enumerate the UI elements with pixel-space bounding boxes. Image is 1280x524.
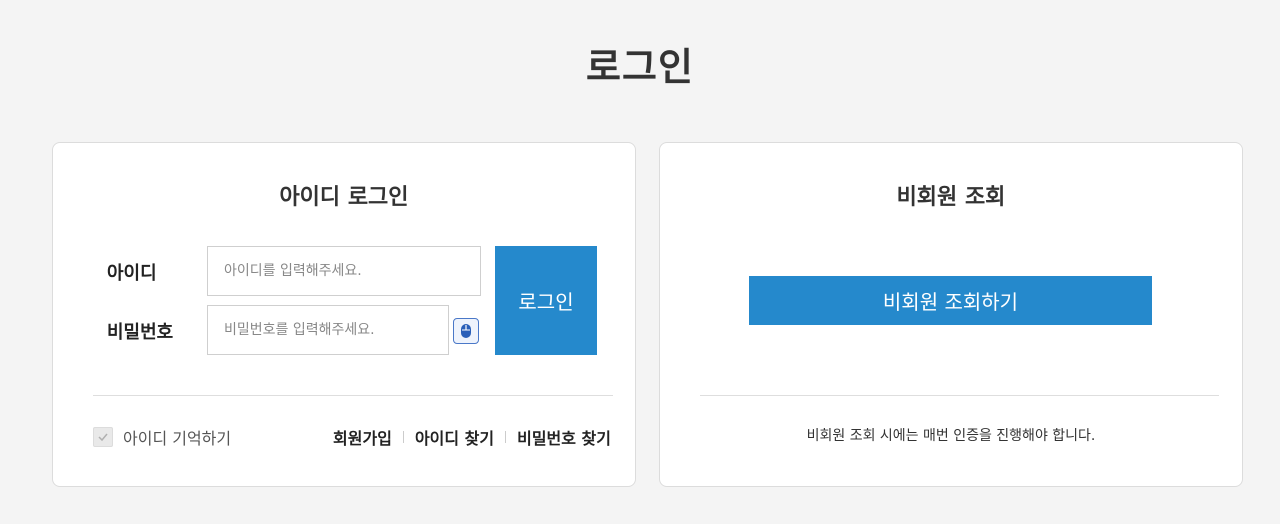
find-password-link[interactable]: 비밀번호 찾기 (517, 425, 611, 449)
guest-lookup-panel: 비회원 조회 비회원 조회하기 비회원 조회 시에는 매번 인증을 진행해야 합… (659, 142, 1243, 487)
mouse-keypad-icon[interactable] (453, 318, 479, 344)
remember-id-toggle[interactable]: 아이디 기억하기 (93, 425, 231, 449)
find-id-link[interactable]: 아이디 찾기 (415, 425, 494, 449)
member-login-panel: 아이디 로그인 아이디 비밀번호 로그인 아이디 기억하기 회원가입 아이디 찾… (52, 142, 636, 487)
guest-lookup-title: 비회원 조회 (896, 185, 1006, 210)
guest-lookup-notice: 비회원 조회 시에는 매번 인증을 진행해야 합니다. (806, 428, 1096, 444)
guest-lookup-button[interactable]: 비회원 조회하기 (749, 276, 1152, 325)
link-separator (402, 431, 404, 443)
signup-link[interactable]: 회원가입 (333, 425, 392, 449)
account-links: 회원가입 아이디 찾기 비밀번호 찾기 (333, 425, 611, 449)
divider (93, 395, 613, 396)
remember-id-label: 아이디 기억하기 (123, 429, 232, 448)
remember-checkbox[interactable] (93, 427, 113, 447)
id-label: 아이디 (107, 263, 157, 284)
password-label: 비밀번호 (107, 322, 174, 343)
link-separator (505, 431, 507, 443)
check-icon (98, 433, 108, 442)
divider (700, 395, 1219, 396)
member-login-title: 아이디 로그인 (279, 185, 409, 210)
login-button[interactable]: 로그인 (495, 246, 597, 355)
id-input[interactable] (207, 246, 481, 296)
page-title: 로그인 (586, 45, 694, 89)
password-input[interactable] (207, 305, 449, 355)
